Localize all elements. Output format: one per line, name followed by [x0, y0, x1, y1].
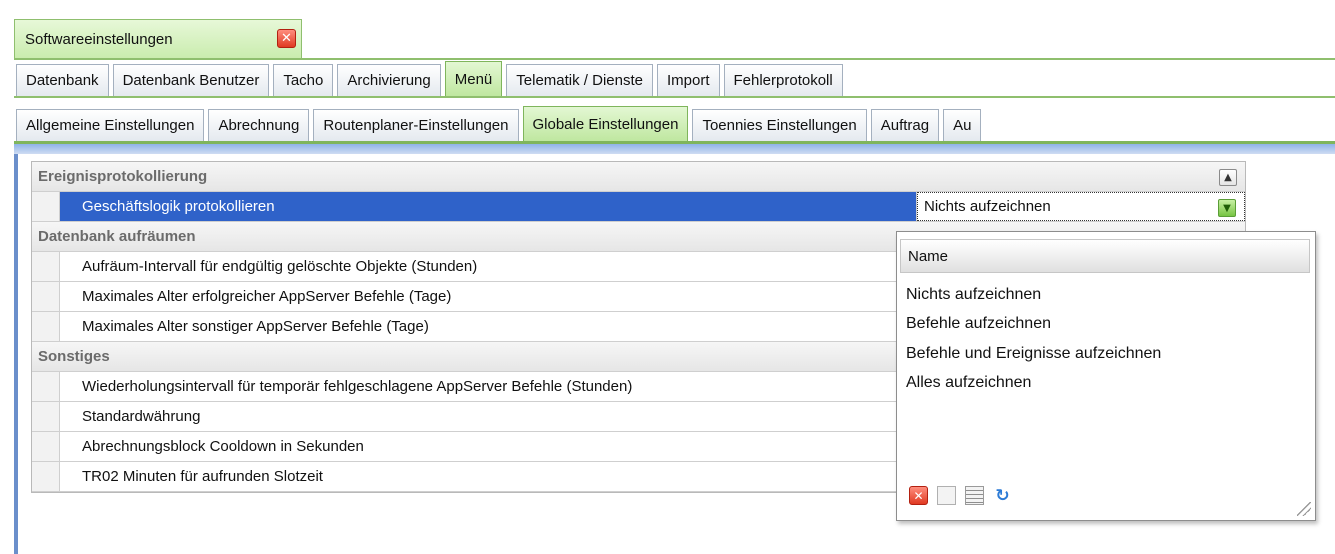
tab-tacho[interactable]: Tacho [273, 64, 334, 96]
row-gutter [32, 402, 60, 431]
property-name: Geschäftslogik protokollieren [60, 192, 917, 221]
property-name: Abrechnungsblock Cooldown in Sekunden [60, 432, 917, 461]
document-tab-underline [14, 58, 1335, 60]
row-gutter [32, 432, 60, 461]
close-tab-icon[interactable]: ✕ [277, 29, 296, 48]
dropdown-chevron-icon[interactable]: ▼ [1218, 199, 1236, 217]
row-gutter [32, 372, 60, 401]
tab-routenplaner-einstellungen[interactable]: Routenplaner-Einstellungen [313, 109, 519, 141]
property-name: Wiederholungsintervall für temporär fehl… [60, 372, 917, 401]
tab-import[interactable]: Import [656, 64, 720, 96]
new-document-icon[interactable] [937, 486, 956, 505]
tab-allgemeine-einstellungen[interactable]: Allgemeine Einstellungen [16, 109, 205, 141]
clear-value-icon[interactable]: ✕ [909, 486, 928, 505]
property-name: Maximales Alter erfolgreicher AppServer … [60, 282, 917, 311]
category-label: Ereignisprotokollierung [38, 168, 208, 185]
tab-fehlerprotokoll[interactable]: Fehlerprotokoll [723, 64, 843, 96]
tab-row-underline [14, 96, 1335, 98]
tab-auftrag[interactable]: Auftrag [870, 109, 940, 141]
property-name: TR02 Minuten für aufrunden Slotzeit [60, 462, 917, 491]
category-label: Sonstiges [38, 348, 110, 365]
category-ereignisprotokollierung[interactable]: Ereignisprotokollierung ▲ [32, 162, 1245, 192]
dropdown-option[interactable]: Nichts aufzeichnen [906, 280, 1161, 310]
edit-document-icon[interactable] [965, 486, 984, 505]
dropdown-option[interactable]: Befehle und Ereignisse aufzeichnen [906, 339, 1161, 369]
tab-menue[interactable]: Menü [444, 61, 503, 96]
settings-tabs-main: Datenbank Datenbank Benutzer Tacho Archi… [16, 61, 843, 96]
category-label: Datenbank aufräumen [38, 228, 196, 245]
tab-archivierung[interactable]: Archivierung [337, 64, 441, 96]
property-name: Standardwährung [60, 402, 917, 431]
dropdown-options-list: Nichts aufzeichnen Befehle aufzeichnen B… [906, 280, 1161, 398]
resize-grip-icon[interactable] [1297, 502, 1311, 516]
property-name: Aufräum-Intervall für endgültig gelöscht… [60, 252, 917, 281]
tab-toennies-einstellungen[interactable]: Toennies Einstellungen [692, 109, 867, 141]
content-panel-header-strip [14, 144, 1335, 154]
refresh-icon[interactable]: ↻ [993, 486, 1012, 506]
document-tab-label: Softwareeinstellungen [25, 31, 173, 48]
collapse-icon[interactable]: ▲ [1219, 169, 1237, 186]
window-frame-top [0, 0, 1335, 8]
document-tab-softwareeinstellungen[interactable]: Softwareeinstellungen ✕ [14, 19, 302, 59]
property-value-dropdown[interactable]: Nichts aufzeichnen ▼ [917, 192, 1245, 221]
property-row-geschaeftslogik[interactable]: Geschäftslogik protokollieren Nichts auf… [32, 192, 1245, 222]
dropdown-popup: Name Nichts aufzeichnen Befehle aufzeich… [896, 231, 1316, 521]
dropdown-option[interactable]: Befehle aufzeichnen [906, 310, 1161, 340]
column-header-name[interactable]: Name [900, 239, 1310, 273]
row-gutter [32, 192, 60, 221]
tab-telematik-dienste[interactable]: Telematik / Dienste [506, 64, 653, 96]
row-gutter [32, 462, 60, 491]
dropdown-toolbar: ✕ ↻ [909, 486, 1012, 506]
tab-datenbank[interactable]: Datenbank [16, 64, 109, 96]
property-value-text: Nichts aufzeichnen [924, 198, 1051, 215]
property-name: Maximales Alter sonstiger AppServer Befe… [60, 312, 917, 341]
tab-globale-einstellungen[interactable]: Globale Einstellungen [522, 106, 689, 141]
tab-datenbank-benutzer[interactable]: Datenbank Benutzer [112, 64, 270, 96]
row-gutter [32, 312, 60, 341]
tab-au-truncated[interactable]: Au [943, 109, 982, 141]
row-gutter [32, 252, 60, 281]
row-gutter [32, 282, 60, 311]
tab-abrechnung[interactable]: Abrechnung [208, 109, 310, 141]
settings-tabs-menu: Allgemeine Einstellungen Abrechnung Rout… [16, 106, 982, 141]
dropdown-option[interactable]: Alles aufzeichnen [906, 369, 1161, 399]
